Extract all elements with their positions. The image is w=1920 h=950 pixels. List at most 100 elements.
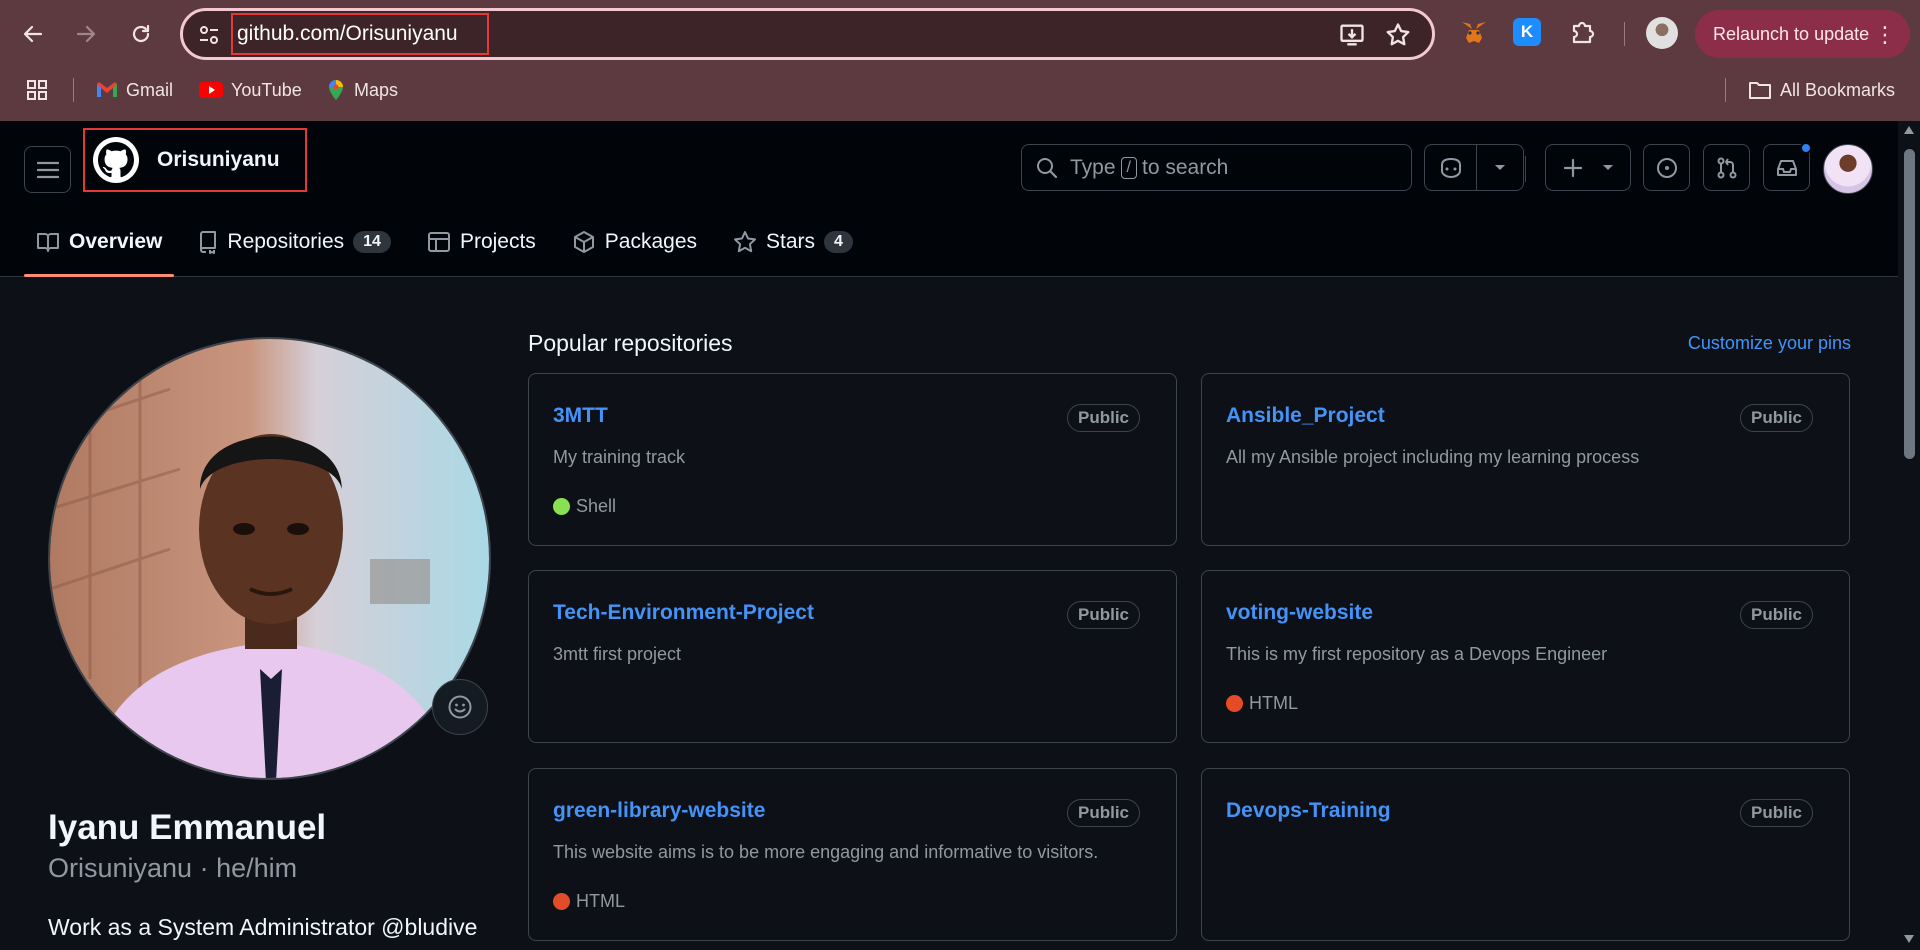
reload-button[interactable] (121, 14, 161, 54)
maps-icon (329, 80, 343, 100)
chevron-down-icon (1603, 164, 1613, 170)
bookmark-divider (1725, 78, 1726, 102)
bookmarks-bar: Gmail YouTube Maps All Bookmarks (0, 70, 1920, 110)
create-new-button[interactable] (1545, 144, 1631, 191)
profile-full-name: Iyanu Emmanuel (48, 808, 327, 847)
scrollbar-thumb[interactable] (1904, 149, 1915, 459)
scroll-down-arrow-icon[interactable] (1903, 934, 1915, 944)
bookmark-label: Maps (354, 79, 399, 100)
copilot-dropdown-icon[interactable] (1477, 164, 1523, 172)
copilot-button-group[interactable] (1424, 144, 1524, 191)
user-avatar-menu[interactable] (1823, 144, 1873, 194)
repo-language: HTML (553, 891, 625, 912)
page-scrollbar[interactable] (1898, 121, 1920, 950)
repo-card: Tech-Environment-Project Public 3mtt fir… (528, 570, 1177, 743)
tab-packages[interactable]: Packages (560, 214, 709, 270)
tab-repositories[interactable]: Repositories 14 (186, 214, 403, 270)
profile-avatar[interactable] (48, 337, 491, 780)
tab-label: Packages (604, 230, 698, 253)
site-settings-icon[interactable] (197, 23, 221, 47)
relaunch-button[interactable]: Relaunch to update ⋮ (1695, 10, 1910, 58)
search-suffix: to search (1141, 155, 1229, 179)
profile-home-link[interactable]: Orisuniyanu (83, 128, 307, 192)
visibility-badge: Public (1066, 601, 1140, 629)
address-bar[interactable]: github.com/Orisuniyanu (180, 8, 1435, 60)
gmail-icon (97, 82, 117, 97)
search-input[interactable]: Type / to search (1021, 144, 1412, 191)
stars-count: 4 (824, 231, 853, 253)
repo-card: Devops-Training Public (1201, 768, 1850, 941)
customize-pins-link[interactable]: Customize your pins (1688, 333, 1851, 354)
tab-label: Overview (69, 230, 163, 253)
bookmark-star-icon[interactable] (1384, 21, 1412, 49)
bookmark-label: YouTube (231, 79, 302, 100)
visibility-badge: Public (1739, 601, 1813, 629)
relaunch-label: Relaunch to update (1713, 23, 1870, 44)
repo-name-link[interactable]: 3MTT (553, 404, 608, 428)
inbox-icon (1776, 159, 1797, 176)
visibility-badge: Public (1739, 404, 1813, 432)
tab-stars[interactable]: Stars 4 (721, 214, 865, 270)
git-pull-request-icon (1717, 157, 1736, 178)
profile-photo (50, 339, 489, 778)
hamburger-icon (36, 161, 59, 178)
repo-card: green-library-website Public This websit… (528, 768, 1177, 941)
toolbar-divider (1624, 22, 1625, 46)
table-icon (427, 232, 450, 252)
header-divider (1525, 156, 1526, 182)
search-icon (1037, 157, 1058, 178)
language-label: HTML (576, 891, 625, 911)
reload-icon (132, 24, 150, 43)
repo-card: 3MTT Public My training track Shell (528, 373, 1177, 546)
pull-requests-button[interactable] (1703, 144, 1750, 191)
language-label: HTML (1249, 693, 1298, 713)
repo-card: Ansible_Project Public All my Ansible pr… (1201, 373, 1850, 546)
scroll-up-arrow-icon[interactable] (1903, 125, 1915, 135)
tab-projects[interactable]: Projects (415, 214, 548, 270)
repo-name-link[interactable]: Ansible_Project (1226, 404, 1385, 428)
repo-name-link[interactable]: Devops-Training (1226, 799, 1391, 823)
install-app-icon[interactable] (1338, 21, 1366, 49)
bookmark-maps[interactable]: Maps (326, 76, 398, 104)
global-nav-menu-button[interactable] (24, 146, 71, 193)
bookmark-youtube[interactable]: YouTube (199, 76, 302, 104)
profile-bio: Work as a System Administrator @bludive (48, 914, 478, 940)
repo-description: This is my first repository as a Devops … (1226, 644, 1608, 664)
all-bookmarks-label: All Bookmarks (1780, 79, 1896, 100)
arrow-left-icon (23, 25, 43, 43)
github-header: Orisuniyanu Type / to search Overview Re… (0, 121, 1898, 277)
language-color-dot (1226, 695, 1243, 712)
all-bookmarks-button[interactable]: All Bookmarks (1748, 76, 1895, 104)
bookmark-label: Gmail (126, 79, 174, 100)
package-icon (573, 231, 594, 253)
issues-button[interactable] (1643, 144, 1690, 191)
url-text[interactable]: github.com/Orisuniyanu (231, 13, 489, 55)
header-username[interactable]: Orisuniyanu (157, 148, 280, 172)
k-extension-icon[interactable]: K (1513, 18, 1541, 46)
set-status-button[interactable] (432, 679, 488, 735)
visibility-badge: Public (1066, 404, 1140, 432)
search-shortcut-key: / (1120, 156, 1137, 179)
repo-name-link[interactable]: voting-website (1226, 601, 1373, 625)
copilot-icon[interactable] (1425, 145, 1477, 190)
forward-button[interactable] (66, 14, 106, 54)
metamask-extension-icon[interactable] (1458, 16, 1490, 48)
repo-name-link[interactable]: Tech-Environment-Project (553, 601, 814, 625)
apps-grid-icon[interactable] (26, 79, 48, 101)
youtube-icon (199, 82, 223, 98)
github-logo-icon (93, 137, 139, 183)
repo-language: Shell (553, 496, 616, 517)
bookmark-gmail[interactable]: Gmail (96, 76, 173, 104)
extensions-puzzle-icon[interactable] (1566, 16, 1598, 48)
visibility-badge: Public (1066, 799, 1140, 827)
profile-tabs: Overview Repositories 14 Projects Packag… (24, 214, 877, 277)
profile-handle: Orisuniyanu · he/him (48, 853, 298, 883)
tab-overview[interactable]: Overview (24, 214, 175, 277)
language-color-dot (553, 498, 570, 515)
back-button[interactable] (13, 14, 53, 54)
more-vert-icon[interactable]: ⋮ (1874, 22, 1896, 48)
chrome-profile-avatar[interactable] (1646, 17, 1678, 49)
book-icon (37, 233, 59, 252)
tab-label: Stars (766, 230, 816, 253)
repo-name-link[interactable]: green-library-website (553, 799, 765, 823)
